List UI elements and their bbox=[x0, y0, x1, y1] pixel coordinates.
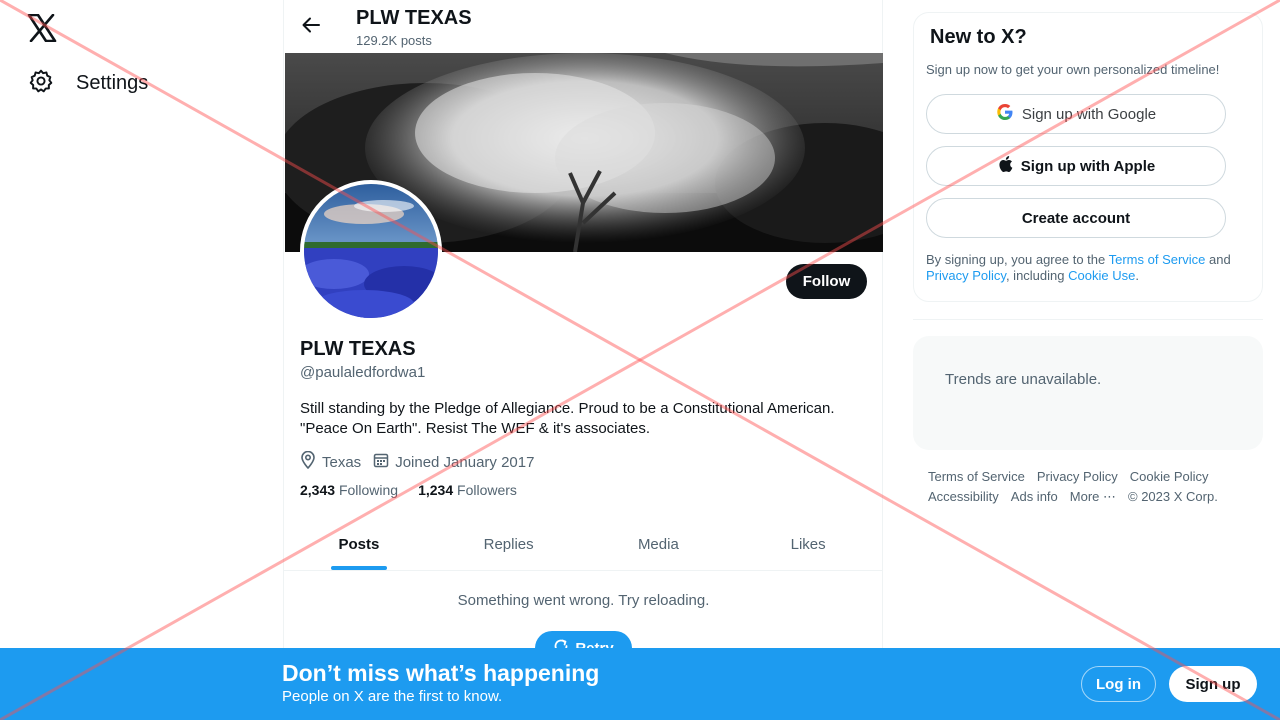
bottom-bar-subtitle: People on X are the first to know. bbox=[282, 688, 503, 705]
signup-title: New to X? bbox=[930, 26, 1027, 48]
back-button[interactable] bbox=[298, 14, 324, 40]
login-button[interactable]: Log in bbox=[1081, 666, 1156, 702]
terms-of-service-link[interactable]: Terms of Service bbox=[1109, 252, 1206, 267]
followers-label: Followers bbox=[457, 482, 517, 498]
footer-link-cookie[interactable]: Cookie Policy bbox=[1130, 467, 1209, 487]
tab-likes[interactable]: Likes bbox=[733, 518, 883, 570]
bottom-signup-bar: Don’t miss what’s happening People on X … bbox=[0, 648, 1280, 720]
footer-link-accessibility[interactable]: Accessibility bbox=[928, 487, 999, 507]
signup-button[interactable]: Sign up bbox=[1169, 666, 1257, 702]
tab-label: Likes bbox=[790, 535, 826, 553]
followers-stat[interactable]: 1,234 Followers bbox=[418, 482, 517, 498]
profile-column: PLW TEXAS 129.2K posts Follow PLW TEXAS … bbox=[283, 0, 883, 720]
joined-item: Joined January 2017 bbox=[373, 452, 534, 472]
location-item: Texas bbox=[300, 450, 362, 473]
calendar-icon bbox=[373, 452, 389, 472]
terms-text: . bbox=[1135, 268, 1139, 283]
page-title: PLW TEXAS bbox=[356, 7, 472, 29]
create-account-label: Create account bbox=[1021, 209, 1131, 227]
terms-text: By signing up, you agree to the bbox=[926, 252, 1109, 267]
joined-text: Joined January 2017 bbox=[395, 453, 535, 471]
create-account-button[interactable]: Create account bbox=[926, 198, 1226, 238]
tab-label: Media bbox=[637, 535, 679, 553]
footer-link-privacy[interactable]: Privacy Policy bbox=[1037, 467, 1118, 487]
following-label: Following bbox=[338, 482, 399, 498]
footer-row: Accessibility Ads info More ⋯ © 2023 X C… bbox=[928, 487, 1248, 507]
bio-line: "Peace On Earth". Resist The WEF & it's … bbox=[300, 420, 651, 437]
arrow-left-icon bbox=[302, 17, 320, 38]
bottom-bar-title: Don’t miss what’s happening bbox=[282, 660, 600, 686]
location-text: Texas bbox=[322, 453, 362, 471]
footer-copyright: © 2023 X Corp. bbox=[1128, 489, 1218, 504]
footer-link-ads-info[interactable]: Ads info bbox=[1011, 487, 1058, 507]
tab-posts[interactable]: Posts bbox=[284, 518, 434, 570]
profile-tabs: Posts Replies Media Likes bbox=[284, 518, 883, 571]
signup-card: New to X? Sign up now to get your own pe… bbox=[913, 12, 1263, 302]
tab-replies[interactable]: Replies bbox=[434, 518, 584, 570]
apple-button-label: Sign up with Apple bbox=[1020, 157, 1156, 175]
google-button-label: Sign up with Google bbox=[1021, 105, 1157, 123]
profile-topbar: PLW TEXAS 129.2K posts bbox=[284, 0, 884, 53]
profile-handle: @paulaledfordwa1 bbox=[300, 364, 426, 381]
tab-media[interactable]: Media bbox=[584, 518, 734, 570]
nav-settings[interactable]: Settings bbox=[28, 68, 148, 99]
profile-name: PLW TEXAS bbox=[300, 338, 416, 360]
cookie-use-link[interactable]: Cookie Use bbox=[1068, 268, 1135, 283]
location-pin-icon bbox=[300, 450, 316, 473]
posts-count: 129.2K posts bbox=[356, 33, 432, 48]
signup-terms: By signing up, you agree to the Terms of… bbox=[926, 252, 1256, 284]
tab-label: Replies bbox=[483, 535, 534, 553]
following-count: 2,343 bbox=[300, 482, 336, 498]
right-divider bbox=[913, 319, 1263, 320]
following-stat[interactable]: 2,343 Following bbox=[300, 482, 398, 498]
tab-label: Posts bbox=[338, 535, 380, 553]
profile-bio: Still standing by the Pledge of Allegian… bbox=[300, 399, 870, 439]
trends-unavailable-text: Trends are unavailable. bbox=[945, 371, 1102, 388]
privacy-policy-link[interactable]: Privacy Policy bbox=[926, 268, 1006, 283]
nav-settings-label: Settings bbox=[76, 72, 149, 94]
signup-apple-button[interactable]: Sign up with Apple bbox=[926, 146, 1226, 186]
signup-subtitle: Sign up now to get your own personalized… bbox=[926, 62, 1220, 77]
feed-error-message: Something went wrong. Try reloading. bbox=[457, 592, 710, 609]
follow-button[interactable]: Follow bbox=[786, 264, 867, 299]
google-icon bbox=[996, 103, 1014, 125]
x-logo-icon[interactable] bbox=[27, 13, 57, 43]
terms-text: and bbox=[1205, 252, 1231, 267]
footer-link-terms[interactable]: Terms of Service bbox=[928, 467, 1025, 487]
bio-line: Still standing by the Pledge of Allegian… bbox=[300, 400, 835, 417]
profile-meta: Texas Joined January 2017 bbox=[300, 450, 534, 473]
avatar[interactable] bbox=[300, 180, 442, 322]
footer-row: Terms of Service Privacy Policy Cookie P… bbox=[928, 467, 1248, 487]
profile-stats: 2,343 Following 1,234 Followers bbox=[300, 482, 517, 498]
followers-count: 1,234 bbox=[418, 482, 454, 498]
apple-icon bbox=[997, 155, 1013, 177]
footer-links: Terms of Service Privacy Policy Cookie P… bbox=[928, 467, 1248, 507]
active-tab-indicator bbox=[330, 566, 387, 570]
signup-google-button[interactable]: Sign up with Google bbox=[926, 94, 1226, 134]
trends-card: Trends are unavailable. bbox=[913, 336, 1263, 450]
terms-text: , including bbox=[1005, 268, 1069, 283]
left-nav: Settings bbox=[0, 0, 284, 720]
gear-icon bbox=[28, 68, 54, 99]
footer-more-button[interactable]: More ⋯ bbox=[1070, 487, 1116, 507]
